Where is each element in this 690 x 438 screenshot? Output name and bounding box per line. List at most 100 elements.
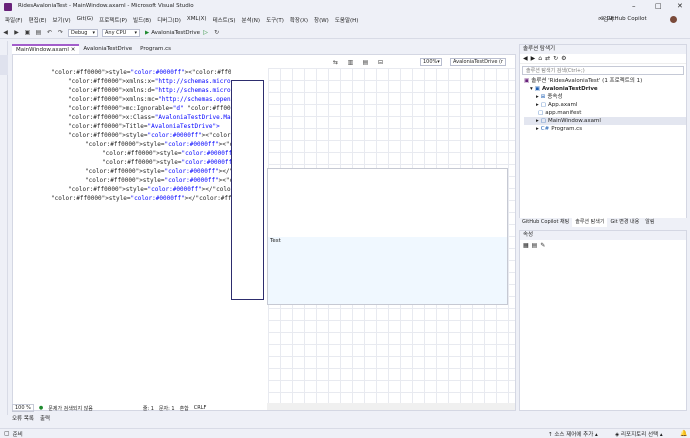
redo-icon[interactable]: ↷ <box>56 29 65 37</box>
menu-item[interactable]: 확장(X) <box>287 16 311 24</box>
menu-item[interactable]: 프로젝트(P) <box>96 16 130 24</box>
designer-scrollbar[interactable] <box>267 403 515 410</box>
right-tab-0[interactable]: GitHub Copilot 채팅 <box>519 218 572 227</box>
split-vertical-icon[interactable]: ▥ <box>346 58 355 66</box>
split-horizontal-icon[interactable]: ▤ <box>361 58 370 66</box>
sync-icon[interactable]: ⇄ <box>545 55 550 62</box>
minimap[interactable] <box>231 80 264 300</box>
tree-solution[interactable]: ▣ 솔루션 'RidesAvaloniaTest' (1 프로젝트의 1) <box>524 77 686 85</box>
right-tab-2[interactable]: Git 변경 내용 <box>607 218 642 227</box>
run-no-debug-icon[interactable]: ▷ <box>201 29 210 37</box>
menu-item[interactable]: 파일(F) <box>2 16 26 24</box>
tree-project[interactable]: ▾ ▣ AvaloniaTestDrive <box>524 85 686 93</box>
play-icon: ▶ <box>145 29 150 36</box>
tree-item[interactable]: ▢ app.manifest <box>524 109 686 117</box>
min-button[interactable]: – <box>632 2 636 10</box>
code-line: "color:#ff0000">style="color:#0000ff"><"… <box>102 159 231 166</box>
code-line: "color:#ff0000">style="color:#0000ff"></… <box>85 168 231 175</box>
code-line: "color:#ff0000">style="color:#0000ff"><"… <box>85 177 231 184</box>
menu-item[interactable]: Git(G) <box>74 16 97 24</box>
max-button[interactable]: □ <box>655 2 662 10</box>
source-control-button[interactable]: ↑ 소스 제어에 추가 ▴ <box>548 430 598 438</box>
menu-item[interactable]: 분석(N) <box>239 16 264 24</box>
dependencies-icon: ⊞ <box>540 94 546 100</box>
tab-1[interactable]: AvaloniaTestDrive <box>79 44 136 54</box>
close-button[interactable]: ✕ <box>677 2 683 10</box>
home-icon[interactable]: ⌂ <box>538 55 542 62</box>
menu-item[interactable]: 창(W) <box>311 16 332 24</box>
menu-item[interactable]: 도구(T) <box>263 16 287 24</box>
axaml-file-icon: ▢ <box>540 102 546 108</box>
save-all-icon[interactable]: ▤ <box>34 29 43 37</box>
config-select[interactable]: Debug ▾ <box>68 28 98 37</box>
repo-select-button[interactable]: ◈ 리포지토리 선택 ▴ <box>615 430 663 438</box>
copilot-button[interactable]: ⊛ GitHub Copilot <box>600 16 647 22</box>
status-icon: ▢ <box>4 430 10 437</box>
alphabetical-icon[interactable]: ▤ <box>532 242 538 249</box>
menu-item[interactable]: 보기(V) <box>49 16 73 24</box>
preview-window[interactable]: Test <box>267 168 508 305</box>
solution-explorer: 솔루션 탐색기 ◀ ▶ ⌂ ⇄ ↻ ⚙ 솔루션 탐색기 검색(Ctrl+;) ▣… <box>519 44 687 227</box>
code-line: "color:#ff0000">style="color:#0000ff"></… <box>68 186 231 193</box>
title-bar: RidesAvaloniaTest - MainWindow.axaml - M… <box>0 0 690 13</box>
output-tab-0[interactable]: 오류 목록 <box>12 415 34 424</box>
code-editor[interactable]: "color:#ff0000">style="color:#0000ff"><"… <box>15 68 231 403</box>
left-tool-strip <box>0 41 8 415</box>
tree-item[interactable]: ▸ ⊞ 종속성 <box>524 93 686 101</box>
editor-toolbar: ⇆ ▥ ▤ ⊟ 100%▾ AvaloniaTestDrive (net8.0) <box>330 57 515 67</box>
vs-logo-icon <box>4 3 12 11</box>
swap-panes-icon[interactable]: ⇆ <box>331 58 340 66</box>
solution-search-input[interactable]: 솔루션 탐색기 검색(Ctrl+;) <box>522 66 684 75</box>
back-icon[interactable]: ◀ <box>1 29 10 37</box>
csharp-file-icon: C# <box>540 126 550 132</box>
right-tab-3[interactable]: 알림 <box>642 218 657 227</box>
avatar[interactable] <box>670 16 677 23</box>
bottom-tabs: 오류 목록 출력 <box>12 415 50 424</box>
refresh-icon[interactable]: ↻ <box>212 29 221 37</box>
right-tab-1[interactable]: 솔루션 탐색기 <box>572 218 608 227</box>
categorized-icon[interactable]: ▦ <box>523 242 529 249</box>
forward-icon[interactable]: ▶ <box>531 55 536 62</box>
zoom-select[interactable]: 100% ▾ <box>420 58 442 66</box>
refresh-icon[interactable]: ↻ <box>553 55 558 62</box>
menu-item[interactable]: 편집(E) <box>26 16 50 24</box>
tree-item[interactable]: ▸ ▢ MainWindow.axaml <box>524 117 686 125</box>
collapse-pane-icon[interactable]: ⊟ <box>376 58 385 66</box>
chevron-right-icon: ▸ <box>536 102 539 108</box>
save-icon[interactable]: ▣ <box>23 29 32 37</box>
output-tab-1[interactable]: 출력 <box>40 415 50 424</box>
run-button[interactable]: ▶ AvaloniaTestDrive <box>145 30 200 36</box>
properties-title: 속성 <box>520 231 686 240</box>
properties-panel: 속성 ▦ ▤ ✎ <box>519 230 687 411</box>
code-line: "color:#ff0000">Title="AvaloniaTestDrive… <box>68 123 220 130</box>
properties-toolbar: ▦ ▤ ✎ <box>520 240 686 250</box>
toolbox-tab[interactable] <box>0 55 8 75</box>
status-bar: ▢ 준비 ↑ 소스 제어에 추가 ▴ ◈ 리포지토리 선택 ▴ 🔔 <box>0 428 690 438</box>
manifest-file-icon: ▢ <box>538 110 544 116</box>
wrench-icon[interactable]: ✎ <box>540 242 545 249</box>
settings-icon[interactable]: ⚙ <box>561 55 566 62</box>
axaml-file-icon: ▢ <box>540 118 546 124</box>
chevron-down-icon: ▾ <box>134 29 137 36</box>
code-line: "color:#ff0000">style="color:#0000ff"><"… <box>85 141 231 148</box>
menu-item[interactable]: 빌드(B) <box>130 16 154 24</box>
tab-2[interactable]: Program.cs <box>136 44 175 54</box>
menu-item[interactable]: 도움말(H) <box>332 16 362 24</box>
code-line: "color:#ff0000">xmlns:x="http://schemas.… <box>68 78 231 85</box>
platform-select[interactable]: Any CPU ▾ <box>102 28 140 37</box>
undo-icon[interactable]: ↶ <box>45 29 54 37</box>
code-line: "color:#ff0000">style="color:#0000ff"><"… <box>51 69 231 76</box>
target-select[interactable]: AvaloniaTestDrive (net8.0) <box>450 58 506 66</box>
tree-item[interactable]: ▸ ▢ App.axaml <box>524 101 686 109</box>
menu-item[interactable]: 테스트(S) <box>210 16 239 24</box>
tab-0[interactable]: MainWindow.axaml ✕ <box>12 44 80 54</box>
notifications-icon[interactable]: 🔔 <box>680 430 687 437</box>
copilot-icon: ⊛ <box>600 16 605 22</box>
tree-item[interactable]: ▸ C# Program.cs <box>524 125 686 133</box>
close-tab-icon[interactable]: ✕ <box>69 47 76 53</box>
back-icon[interactable]: ◀ <box>523 55 528 62</box>
forward-icon[interactable]: ▶ <box>12 29 21 37</box>
window-title: RidesAvaloniaTest - MainWindow.axaml - M… <box>18 3 194 9</box>
menu-item[interactable]: 디버그(D) <box>154 16 184 24</box>
menu-item[interactable]: XML(X) <box>184 16 210 24</box>
